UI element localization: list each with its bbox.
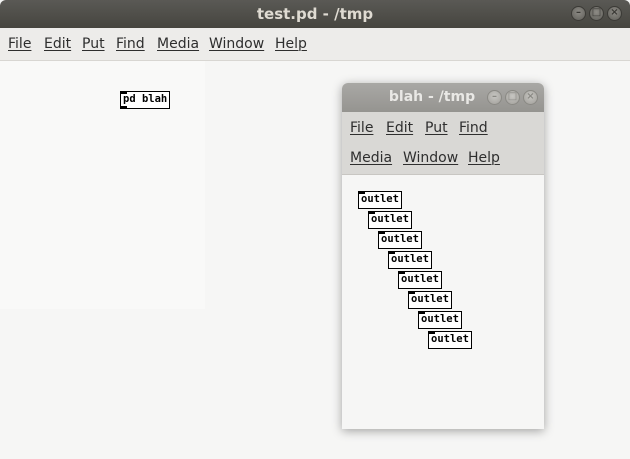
pd-blah-object[interactable]: pd blah <box>120 91 171 109</box>
inlet-port[interactable] <box>120 91 127 94</box>
inlet-port[interactable] <box>398 271 405 274</box>
main-menu-bar: File Edit Put Find Media Window Help <box>0 28 630 61</box>
menu-window[interactable]: Window <box>403 150 458 166</box>
menu-help[interactable]: Help <box>275 36 307 52</box>
object-label: outlet <box>371 213 409 225</box>
inlet-port[interactable] <box>388 251 395 254</box>
object-label: outlet <box>391 253 429 265</box>
object-label: outlet <box>431 333 469 345</box>
object-label: outlet <box>411 293 449 305</box>
inlet-port[interactable] <box>358 191 365 194</box>
menu-file[interactable]: File <box>350 120 373 136</box>
outlet-object[interactable]: outlet <box>368 211 412 229</box>
outlet-object[interactable]: outlet <box>418 311 462 329</box>
menu-help[interactable]: Help <box>468 150 500 166</box>
menu-find[interactable]: Find <box>116 36 145 52</box>
inlet-port[interactable] <box>418 311 425 314</box>
object-label: pd blah <box>123 93 168 105</box>
subpatch-menu-bar: File Edit Put Find Media Window Help <box>342 112 544 175</box>
close-icon[interactable]: × <box>607 6 622 21</box>
subpatch-title-bar[interactable]: blah - /tmp – □ × <box>342 83 544 112</box>
inlet-port[interactable] <box>368 211 375 214</box>
object-label: outlet <box>401 273 439 285</box>
outlet-object[interactable]: outlet <box>428 331 472 349</box>
background-ghost-panel <box>0 61 205 309</box>
outlet-object[interactable]: outlet <box>378 231 422 249</box>
menu-media[interactable]: Media <box>157 36 199 52</box>
subpatch-window-controls: – □ × <box>487 90 538 105</box>
outlet-object[interactable]: outlet <box>398 271 442 289</box>
maximize-icon[interactable]: □ <box>505 90 520 105</box>
menu-put[interactable]: Put <box>425 120 448 136</box>
inlet-port[interactable] <box>378 231 385 234</box>
close-icon[interactable]: × <box>523 90 538 105</box>
inlet-port[interactable] <box>408 291 415 294</box>
menu-edit[interactable]: Edit <box>44 36 71 52</box>
main-window-controls: – □ × <box>571 6 622 21</box>
menu-window[interactable]: Window <box>209 36 264 52</box>
minimize-icon[interactable]: – <box>487 90 502 105</box>
menu-file[interactable]: File <box>8 36 31 52</box>
subpatch-window-title: blah - /tmp <box>388 89 476 105</box>
outlet-port[interactable] <box>120 106 127 109</box>
subpatch-canvas[interactable]: outlet outlet outlet outlet outlet outle… <box>342 175 544 429</box>
maximize-icon[interactable]: □ <box>589 6 604 21</box>
menu-find[interactable]: Find <box>459 120 488 136</box>
outlet-object[interactable]: outlet <box>358 191 402 209</box>
menu-media[interactable]: Media <box>350 150 392 166</box>
menu-edit[interactable]: Edit <box>386 120 413 136</box>
object-label: outlet <box>421 313 459 325</box>
main-window-title: test.pd - /tmp <box>256 5 374 23</box>
outlet-object[interactable]: outlet <box>388 251 432 269</box>
object-label: outlet <box>381 233 419 245</box>
inlet-port[interactable] <box>428 331 435 334</box>
menu-put[interactable]: Put <box>82 36 105 52</box>
subpatch-window: blah - /tmp – □ × File Edit Put Find Med… <box>342 83 544 429</box>
main-title-bar[interactable]: test.pd - /tmp – □ × <box>0 0 630 28</box>
minimize-icon[interactable]: – <box>571 6 586 21</box>
outlet-object[interactable]: outlet <box>408 291 452 309</box>
object-label: outlet <box>361 193 399 205</box>
